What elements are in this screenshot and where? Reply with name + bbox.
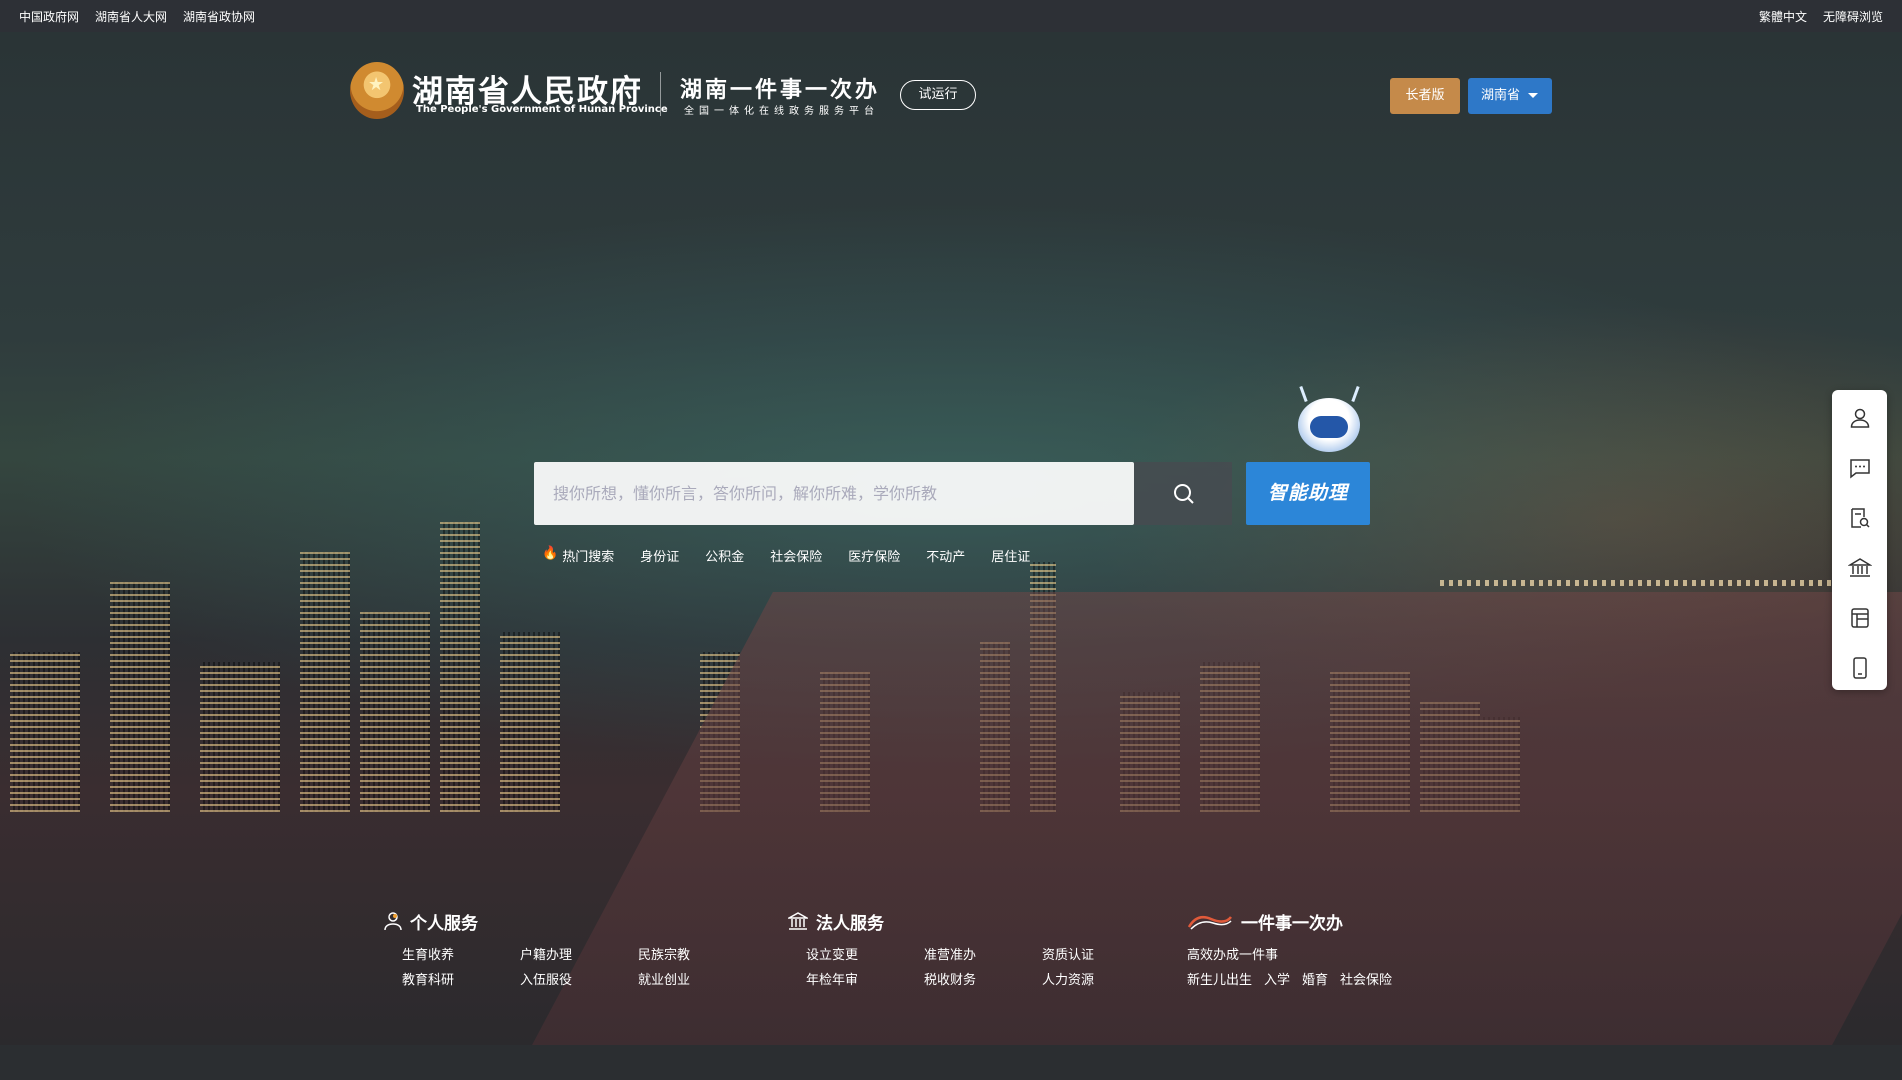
trial-badge: 试运行 — [900, 80, 976, 110]
hot-item-real-estate[interactable]: 不动产 — [926, 546, 965, 565]
top-link-npc[interactable]: 湖南省人大网 — [95, 8, 167, 25]
service-link[interactable]: 生育收养 — [402, 944, 520, 963]
hot-item-id-card[interactable]: 身份证 — [640, 546, 679, 565]
platform-slogan: 湖南一件事一次办 — [680, 78, 881, 103]
top-link-cppcc[interactable]: 湖南省政协网 — [183, 8, 255, 25]
service-link[interactable]: 人力资源 — [1042, 969, 1160, 988]
mobile-icon[interactable] — [1848, 656, 1872, 680]
bank-icon[interactable] — [1848, 556, 1872, 580]
region-select[interactable]: 湖南省 — [1468, 78, 1552, 114]
hot-search-label: 热门搜索 — [562, 550, 615, 565]
chevron-down-icon — [1528, 93, 1539, 98]
personal-services-title[interactable]: 个人服务 — [410, 909, 478, 934]
service-link[interactable]: 年检年审 — [806, 969, 924, 988]
service-link[interactable]: 新生儿出生 — [1187, 969, 1252, 988]
hot-search: 🔥 热门搜索 身份证 公积金 社会保险 医疗保险 不动产 居住证 — [542, 546, 1056, 565]
one-thing-services: 一件事一次办 高效办成一件事 新生儿出生 入学 婚育 社会保险 — [1187, 908, 1392, 989]
elder-version-button[interactable]: 长者版 — [1390, 78, 1460, 114]
ai-assistant-button[interactable]: 智能助理 — [1246, 462, 1370, 525]
robot-mascot-icon — [1290, 385, 1370, 462]
form-icon[interactable] — [1848, 606, 1872, 630]
top-link-gov[interactable]: 中国政府网 — [19, 8, 79, 25]
user-icon[interactable] — [1848, 406, 1872, 430]
search-doc-icon[interactable] — [1848, 506, 1872, 530]
hot-item-housing-fund[interactable]: 公积金 — [705, 546, 744, 565]
hot-item-medical-insurance[interactable]: 医疗保险 — [848, 546, 900, 565]
message-icon[interactable] — [1848, 456, 1872, 480]
one-thing-title[interactable]: 一件事一次办 — [1241, 909, 1343, 934]
top-links: 中国政府网 湖南省人大网 湖南省政协网 — [0, 8, 255, 25]
city-night-background — [0, 32, 1902, 1045]
national-emblem-logo: ★ — [350, 62, 404, 119]
service-link[interactable]: 教育科研 — [402, 969, 520, 988]
one-thing-logo-icon — [1187, 916, 1232, 930]
site-title-en: The People's Government of Hunan Provinc… — [416, 104, 668, 115]
bridge — [1440, 580, 1880, 586]
platform-subtitle: 全国一体化在线政务服务平台 — [684, 106, 879, 117]
service-link[interactable]: 婚育 — [1302, 969, 1328, 988]
legal-services-title[interactable]: 法人服务 — [816, 909, 884, 934]
service-link[interactable]: 就业创业 — [638, 969, 756, 988]
service-link[interactable]: 设立变更 — [806, 944, 924, 963]
legal-services: 法人服务 设立变更 准营准办 资质认证 年检年审 税收财务 人力资源 — [788, 908, 1160, 988]
traditional-chinese-link[interactable]: 繁體中文 — [1759, 8, 1807, 25]
person-icon — [384, 912, 402, 931]
service-link[interactable]: 入学 — [1264, 969, 1290, 988]
personal-services: 个人服务 生育收养 户籍办理 民族宗教 教育科研 入伍服役 就业创业 — [384, 908, 756, 988]
top-bar: 中国政府网 湖南省人大网 湖南省政协网 繁體中文 无障碍浏览 — [0, 0, 1902, 32]
one-thing-subtitle[interactable]: 高效办成一件事 — [1187, 944, 1392, 963]
service-link[interactable]: 准营准办 — [924, 944, 1042, 963]
search-input[interactable] — [534, 462, 1134, 525]
hot-item-social-insurance[interactable]: 社会保险 — [770, 546, 822, 565]
hot-item-residence-permit[interactable]: 居住证 — [991, 546, 1030, 565]
accessibility-link[interactable]: 无障碍浏览 — [1823, 8, 1883, 25]
search-button[interactable] — [1134, 462, 1232, 525]
search-box — [534, 462, 1134, 525]
service-link[interactable]: 户籍办理 — [520, 944, 638, 963]
floating-toolbar — [1832, 390, 1887, 690]
search-icon — [1174, 484, 1194, 504]
region-label: 湖南省 — [1481, 88, 1521, 103]
header: ★ 湖南省人民政府 The People's Government of Hun… — [350, 62, 1552, 122]
service-link[interactable]: 社会保险 — [1340, 969, 1392, 988]
top-right-links: 繁體中文 无障碍浏览 — [1759, 8, 1902, 25]
service-link[interactable]: 民族宗教 — [638, 944, 756, 963]
header-divider — [660, 72, 661, 116]
service-link[interactable]: 税收财务 — [924, 969, 1042, 988]
service-link[interactable]: 入伍服役 — [520, 969, 638, 988]
service-link[interactable]: 资质认证 — [1042, 944, 1160, 963]
fire-icon: 🔥 — [542, 546, 559, 561]
building-icon — [788, 912, 808, 930]
